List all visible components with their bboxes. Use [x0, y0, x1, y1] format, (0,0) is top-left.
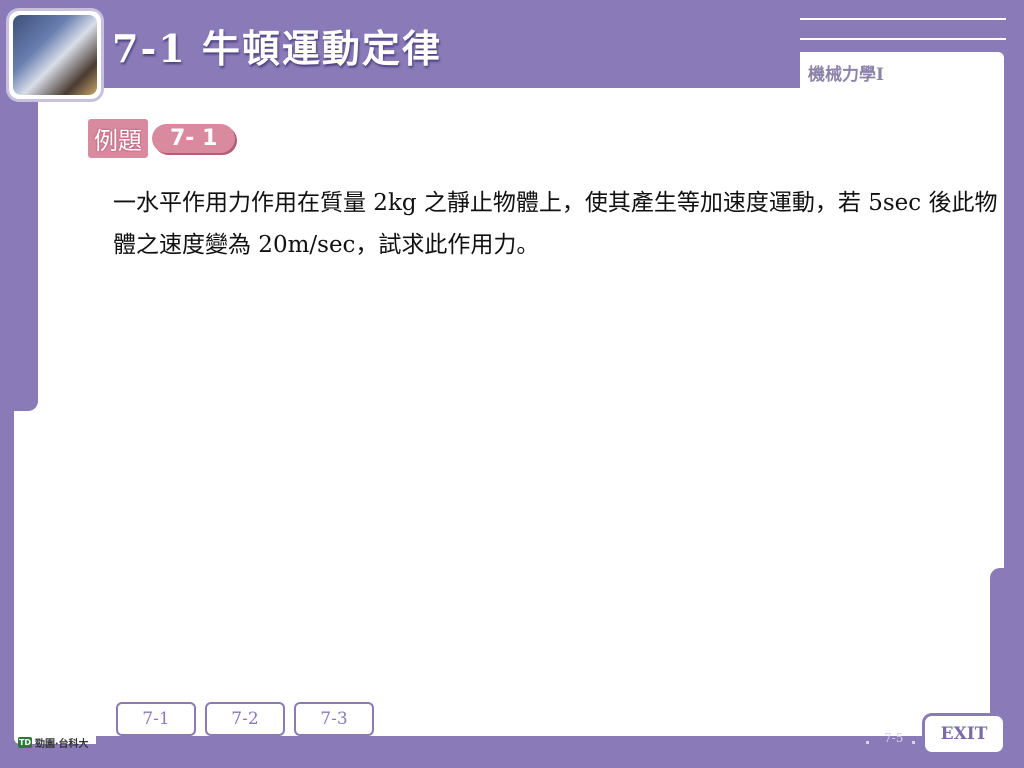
header-stripe — [800, 38, 1006, 40]
page-number: 7-5 — [884, 731, 904, 745]
example-label: 例題 7- 1 — [88, 118, 236, 158]
left-accent-bar — [14, 95, 38, 411]
header-right-band — [800, 0, 1024, 52]
logo-text: 勁園‧台科大 — [35, 739, 89, 750]
nav-button-7-2[interactable]: 7-2 — [205, 702, 285, 736]
nav-button-7-3[interactable]: 7-3 — [294, 702, 374, 736]
footer-bar — [96, 736, 924, 750]
course-name: 機械力學I — [808, 65, 884, 85]
example-word: 例題 — [88, 118, 148, 158]
publisher-logo: TD 勁園‧台科大 — [18, 735, 88, 750]
exit-button[interactable]: EXIT — [922, 713, 1006, 755]
thumbnail-image — [13, 15, 97, 95]
logo-mark-icon: TD — [18, 737, 32, 748]
page-dot — [912, 741, 915, 744]
nav-button-7-1[interactable]: 7-1 — [116, 702, 196, 736]
example-number: 7- 1 — [152, 123, 236, 153]
page-title: 7-1 牛頓運動定律 — [112, 26, 442, 71]
header-stripe — [800, 18, 1006, 20]
problem-text: 一水平作用力作用在質量 2kg 之靜止物體上，使其產生等加速度運動，若 5sec… — [113, 190, 998, 258]
page-dot — [866, 741, 869, 744]
chapter-thumbnail — [9, 11, 101, 99]
